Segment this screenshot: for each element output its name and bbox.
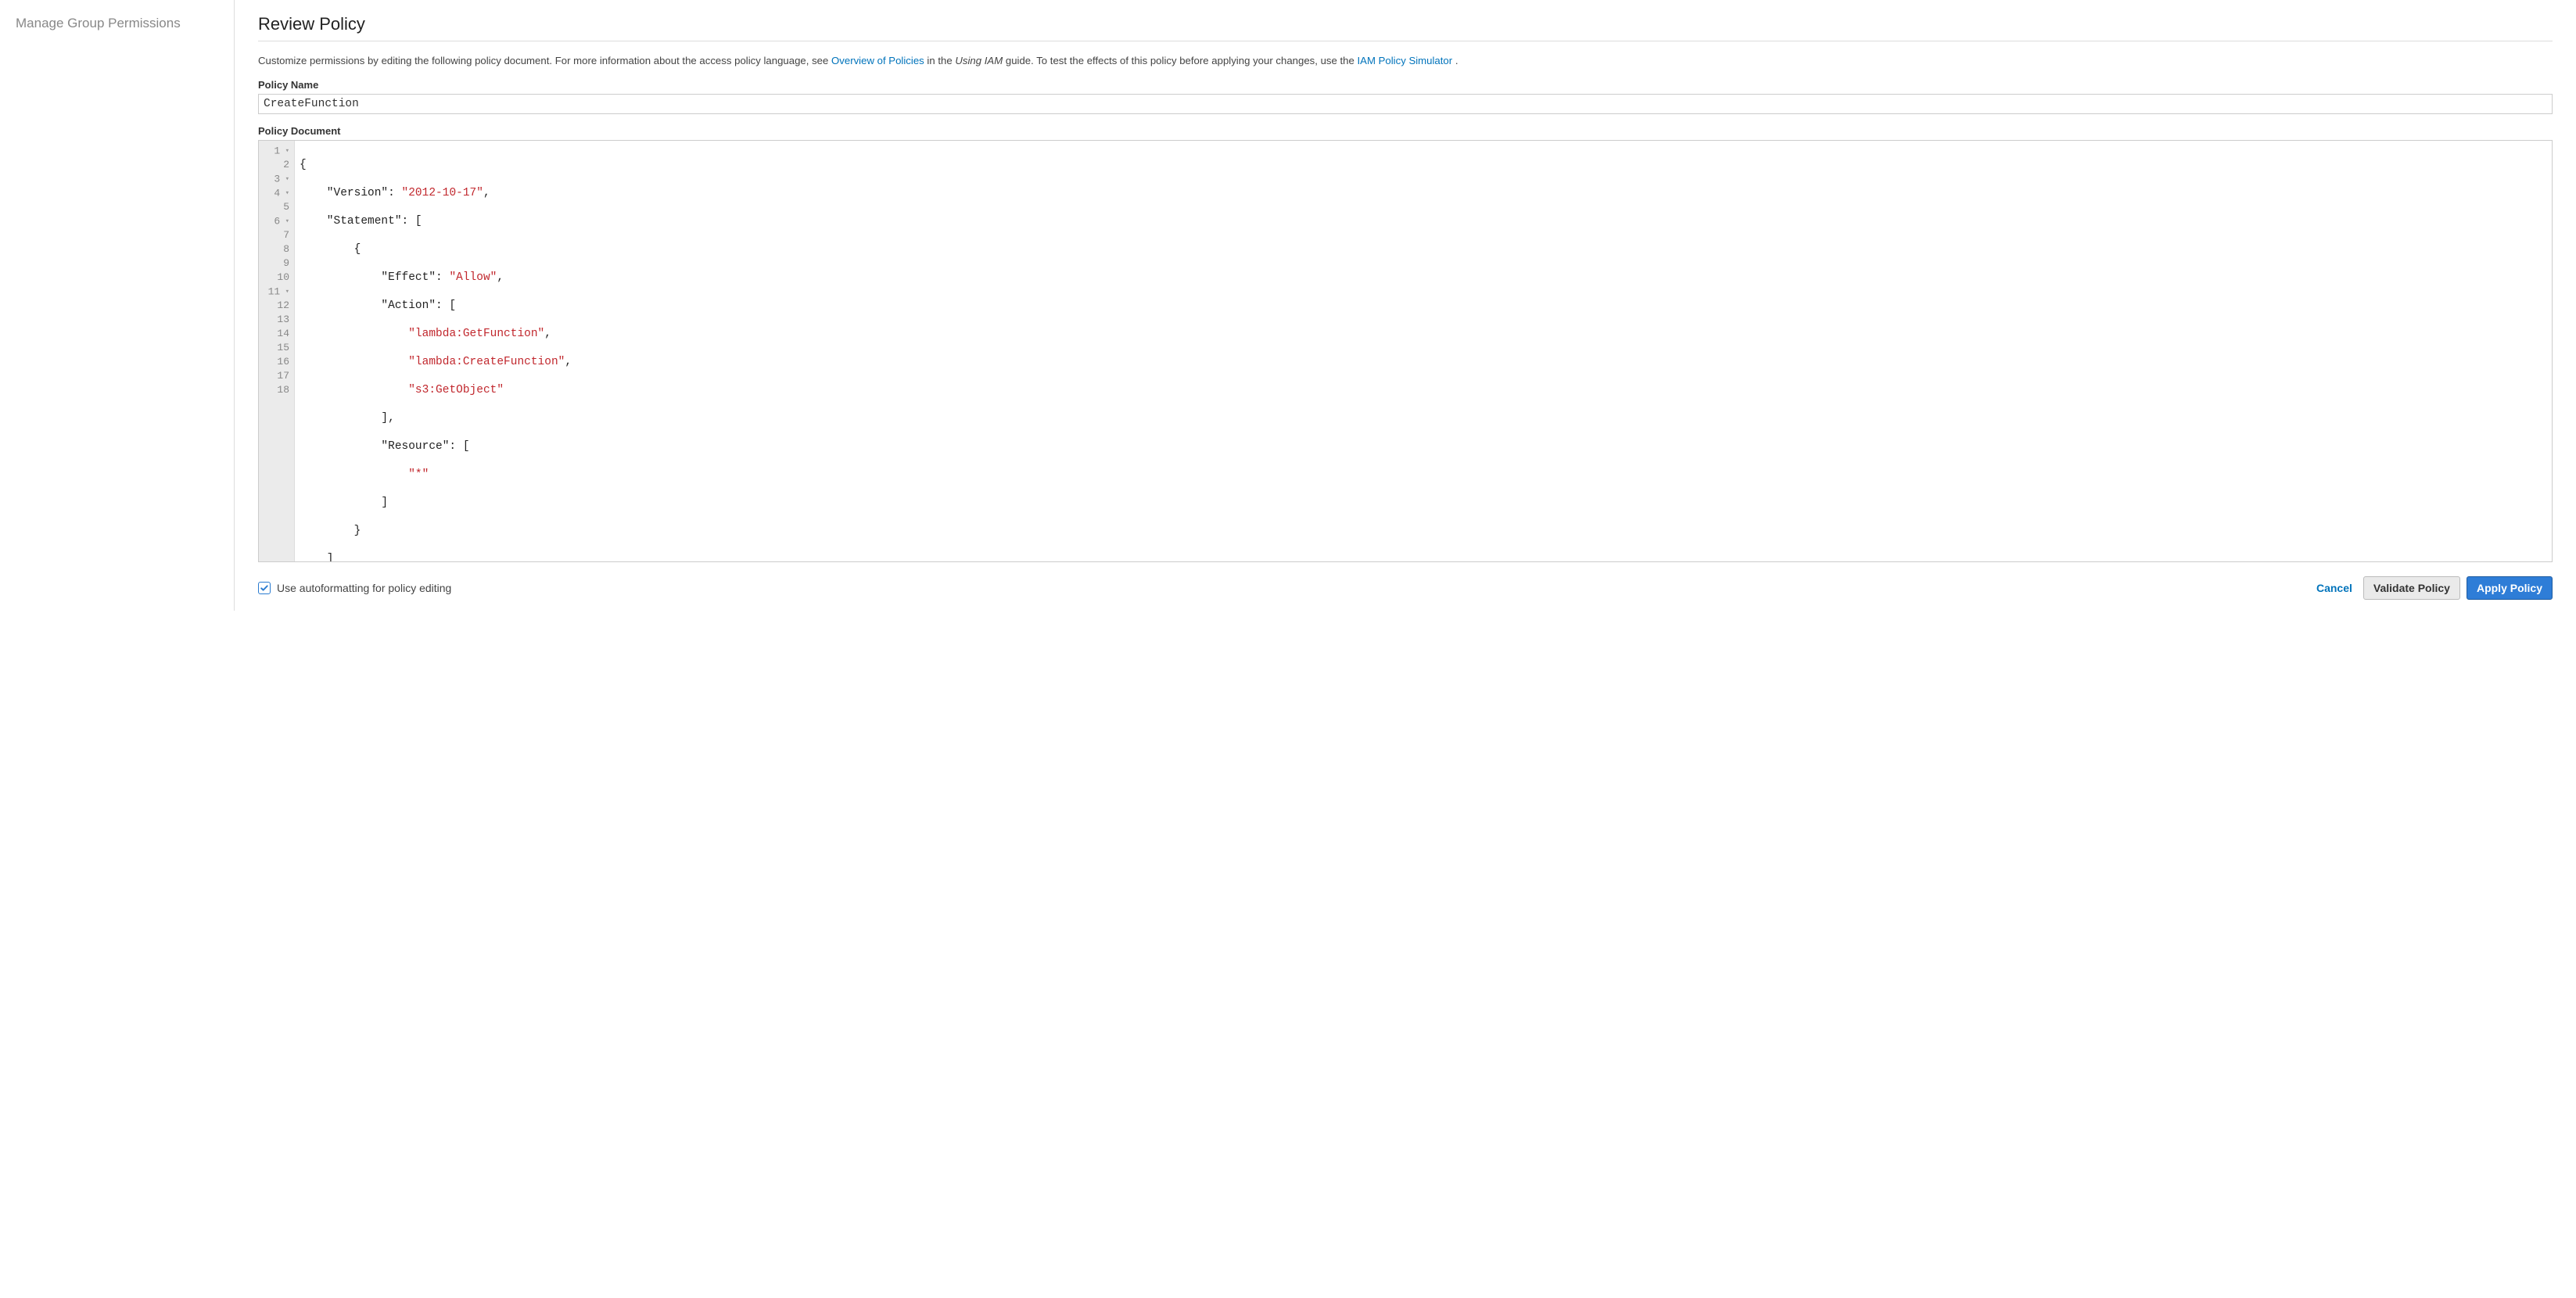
code-area[interactable]: { "Version": "2012-10-17", "Statement": … <box>295 141 2552 561</box>
policy-name-label: Policy Name <box>258 79 2553 91</box>
autoformat-label: Use autoformatting for policy editing <box>277 582 451 594</box>
policy-document-editor[interactable]: 1 2 3 4 5 6 7 8 9 10 11 12 13 14 15 16 1… <box>258 140 2553 562</box>
editor-gutter: 1 2 3 4 5 6 7 8 9 10 11 12 13 14 15 16 1… <box>259 141 295 561</box>
guide-name: Using IAM <box>955 55 1003 66</box>
policy-document-label: Policy Document <box>258 125 2553 137</box>
policy-name-input[interactable] <box>258 94 2553 114</box>
page-description: Customize permissions by editing the fol… <box>258 54 2553 68</box>
desc-text: guide. To test the effects of this polic… <box>1006 55 1358 66</box>
autoformat-checkbox[interactable]: Use autoformatting for policy editing <box>258 582 451 594</box>
apply-policy-button[interactable]: Apply Policy <box>2467 576 2553 600</box>
page-title: Review Policy <box>258 14 2553 41</box>
footer-bar: Use autoformatting for policy editing Ca… <box>258 576 2553 600</box>
overview-of-policies-link[interactable]: Overview of Policies <box>831 55 924 66</box>
checkmark-icon <box>260 583 269 593</box>
checkbox-box <box>258 582 271 594</box>
sidebar: Manage Group Permissions <box>0 0 235 611</box>
sidebar-title: Manage Group Permissions <box>16 16 218 31</box>
iam-policy-simulator-link[interactable]: IAM Policy Simulator <box>1358 55 1453 66</box>
cancel-button[interactable]: Cancel <box>2316 582 2352 594</box>
desc-text: . <box>1455 55 1458 66</box>
main-panel: Review Policy Customize permissions by e… <box>235 0 2576 611</box>
desc-text: in the <box>927 55 955 66</box>
validate-policy-button[interactable]: Validate Policy <box>2363 576 2460 600</box>
desc-text: Customize permissions by editing the fol… <box>258 55 831 66</box>
